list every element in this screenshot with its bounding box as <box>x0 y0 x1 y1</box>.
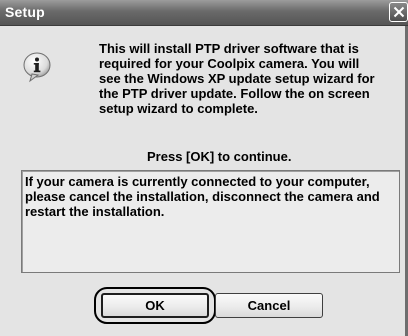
close-icon <box>393 6 405 18</box>
notice-box: If your camera is currently connected to… <box>21 170 400 273</box>
notice-line: restart the installation. <box>25 204 165 219</box>
message-line: see the Windows XP update setup wizard f… <box>99 71 375 86</box>
info-icon <box>23 52 51 83</box>
notice-line: please cancel the installation, disconne… <box>25 189 380 204</box>
message-line: This will install PTP driver software th… <box>99 41 359 56</box>
setup-dialog: Setup This will install PTP driver softw… <box>0 0 408 336</box>
title-bar[interactable]: Setup <box>0 0 408 26</box>
message-line: setup wizard to complete. <box>99 101 258 116</box>
ok-button[interactable]: OK <box>101 293 209 318</box>
close-button[interactable] <box>389 2 408 22</box>
cancel-button[interactable]: Cancel <box>215 293 323 318</box>
message-text: This will install PTP driver software th… <box>99 41 399 116</box>
notice-line: If your camera is currently connected to… <box>25 174 370 189</box>
message-line: required for your Coolpix camera. You wi… <box>99 56 360 71</box>
message-line: the PTP driver update. Follow the on scr… <box>99 86 370 101</box>
window-title: Setup <box>5 4 45 20</box>
continue-prompt: Press [OK] to continue. <box>147 149 292 164</box>
